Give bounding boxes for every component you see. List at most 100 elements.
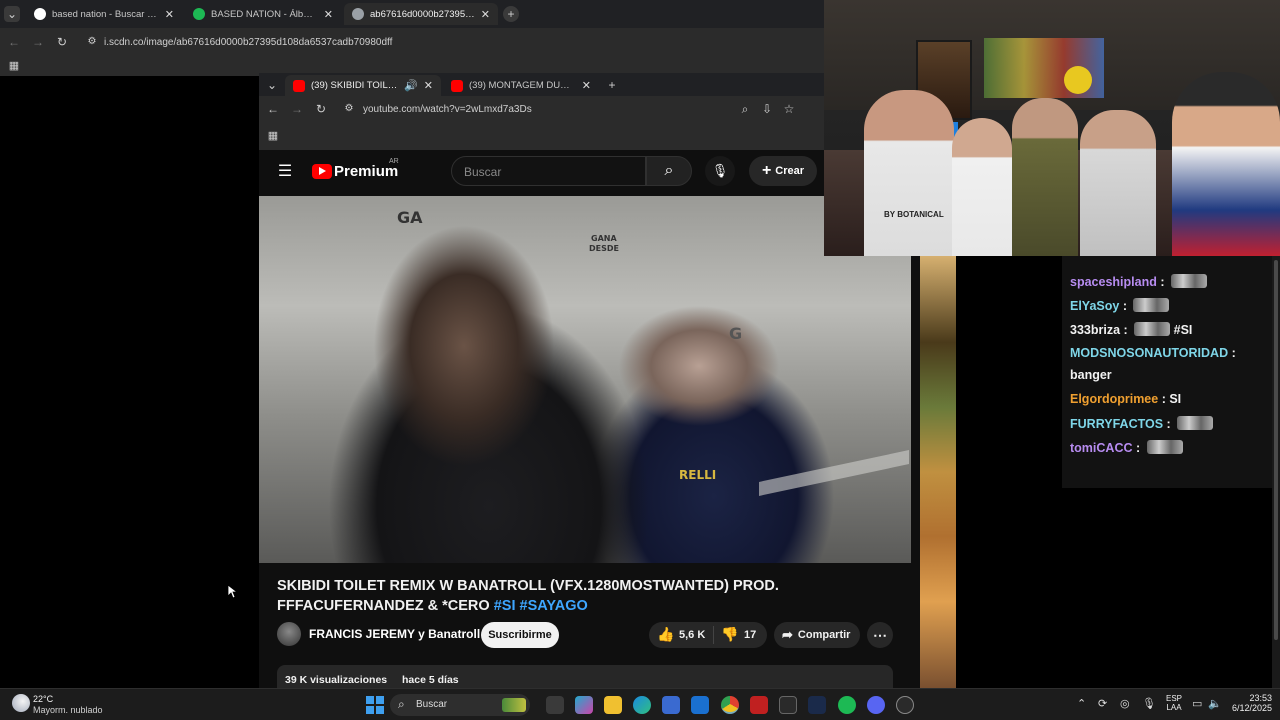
back-icon[interactable]: ← (6, 34, 22, 50)
tray-icon[interactable]: ◎ (1120, 697, 1130, 710)
store-icon[interactable] (662, 696, 680, 714)
steam-icon[interactable] (808, 696, 826, 714)
volume-icon[interactable]: 🔈 (1208, 697, 1222, 710)
upload-age: hace 5 días (402, 674, 459, 686)
video-title: SKIBIDI TOILET REMIX W BANATROLL (VFX.12… (277, 576, 897, 616)
task-view-icon[interactable] (546, 696, 564, 714)
weather-icon[interactable] (12, 694, 30, 712)
back-icon[interactable]: ← (265, 101, 281, 117)
weather-desc[interactable]: Mayorm. nublado (33, 705, 103, 715)
discord-icon[interactable] (867, 696, 885, 714)
weather-temp[interactable]: 22°C (33, 694, 53, 704)
reload-icon[interactable]: ↻ (54, 34, 70, 50)
app-icon[interactable] (896, 696, 914, 714)
reload-icon[interactable]: ↻ (313, 101, 329, 117)
speaker-icon[interactable]: 🔊 (404, 79, 418, 92)
microphone-icon: 🎙 (711, 163, 729, 178)
inner-tab-skibidi[interactable]: (39) SKIBIDI TOILET REMIX 🔊 ✕ (285, 75, 441, 96)
chat-message-continued: banger (1070, 368, 1112, 382)
description-box[interactable]: 39 K visualizaciones hace 5 días (277, 665, 893, 688)
new-tab-button[interactable]: + (503, 6, 519, 22)
search-placeholder: Buscar (464, 165, 502, 179)
network-icon[interactable]: ▭ (1192, 697, 1202, 710)
site-info-icon[interactable]: ⚙ (341, 101, 357, 117)
search-icon: ⌕ (398, 697, 405, 711)
youtube-icon (451, 79, 463, 92)
share-button[interactable]: ➦ Compartir (774, 622, 860, 648)
outer-tab-spotify[interactable]: BASED NATION - Álbum de roc ✕ (185, 3, 341, 25)
chat-username: 333briza (1070, 323, 1121, 337)
clock[interactable]: 23:53 6/12/2025 (1226, 693, 1272, 713)
search-icon: ⌕ (664, 162, 674, 179)
close-icon[interactable]: ✕ (165, 8, 174, 21)
outer-toolbar: ← → ↻ ⚙ i.scdn.co/image/ab67616d0000b273… (0, 28, 824, 56)
bookmark-star-icon[interactable]: ☆ (781, 101, 797, 117)
app-icon[interactable] (750, 696, 768, 714)
new-tab-button[interactable]: + (604, 77, 620, 93)
app-icon[interactable] (779, 696, 797, 714)
inner-tab-montagem[interactable]: (39) MONTAGEM DUBAI - YouT ✕ (443, 75, 599, 96)
voice-search-button[interactable]: 🎙 (705, 156, 735, 186)
menu-icon[interactable]: ☰ (277, 164, 293, 180)
dislike-count[interactable]: 17 (744, 629, 756, 641)
scrollbar-thumb[interactable] (1274, 260, 1278, 640)
tab-search-icon[interactable]: ⌄ (264, 77, 280, 93)
close-icon[interactable]: ✕ (481, 8, 490, 21)
apps-grid-icon[interactable]: ▦ (265, 128, 281, 144)
outer-tab-title: BASED NATION - Álbum de roc (211, 8, 318, 20)
site-info-icon[interactable]: ⚙ (84, 34, 100, 50)
view-count: 39 K visualizaciones (285, 674, 388, 686)
scrollbar[interactable] (1272, 256, 1280, 688)
channel-row: FRANCIS JEREMY y Banatroll Suscribirme 👍… (277, 621, 917, 649)
outer-tab-google[interactable]: based nation - Buscar con Goog ✕ (26, 3, 182, 25)
address-bar[interactable]: i.scdn.co/image/ab67616d0000b27395d108da… (104, 37, 392, 48)
shirt-text: BY BOTANICAL (884, 210, 944, 219)
search-input[interactable]: Buscar (451, 156, 646, 186)
chrome-icon[interactable] (721, 696, 739, 714)
more-options-button[interactable]: ⋯ (867, 622, 893, 648)
microphone-icon[interactable]: 🎙 (1142, 697, 1156, 710)
mouse-cursor-icon (227, 584, 237, 599)
emote-icon (1170, 274, 1207, 288)
forward-icon[interactable]: → (289, 101, 305, 117)
language-indicator[interactable]: ESP LAA (1163, 694, 1185, 712)
copilot-icon[interactable] (575, 696, 593, 714)
zoom-icon[interactable]: ⌕ (737, 101, 753, 117)
outer-tab-image[interactable]: ab67616d0000b27395d108da6 ✕ (344, 3, 498, 25)
install-icon[interactable]: ⇩ (759, 101, 775, 117)
file-explorer-icon[interactable] (604, 696, 622, 714)
like-count[interactable]: 5,6 K (679, 629, 705, 641)
bench (759, 450, 909, 496)
stream-chat: spaceshipland : ElYaSoy : 333briza : #SI… (1062, 256, 1280, 488)
apps-grid-icon[interactable]: ▦ (6, 58, 22, 74)
channel-avatar[interactable] (277, 622, 301, 646)
edge-icon[interactable] (633, 696, 651, 714)
subscribe-button[interactable]: Suscribirme (481, 622, 559, 648)
inner-tab-title: (39) SKIBIDI TOILET REMIX (311, 80, 399, 91)
address-bar[interactable]: youtube.com/watch?v=2wLmxd7a3Ds (363, 104, 532, 115)
video-wall-sign: G (729, 324, 743, 343)
hashtag-link[interactable]: #SI (494, 598, 516, 614)
hashtag-link[interactable]: #SAYAGO (520, 598, 588, 614)
outlook-icon[interactable] (691, 696, 709, 714)
youtube-logo-text[interactable]: Premium (334, 163, 398, 180)
close-icon[interactable]: ✕ (324, 8, 333, 21)
channel-name[interactable]: FRANCIS JEREMY y Banatroll (309, 627, 480, 641)
dislike-icon[interactable]: 👎 (721, 626, 738, 643)
spotify-icon[interactable] (838, 696, 856, 714)
search-button[interactable]: ⌕ (646, 156, 692, 186)
close-icon[interactable]: ✕ (582, 79, 591, 92)
create-button[interactable]: + Crear (749, 156, 817, 186)
youtube-logo-icon[interactable] (312, 164, 332, 179)
windows-start-icon[interactable] (366, 696, 384, 714)
forward-icon[interactable]: → (30, 34, 46, 50)
tray-icon[interactable]: ⟳ (1098, 697, 1107, 710)
like-icon[interactable]: 👍 (657, 626, 674, 643)
outer-tab-bar: ⌄ based nation - Buscar con Goog ✕ BASED… (0, 0, 824, 28)
chevron-up-icon[interactable]: ⌃ (1077, 697, 1086, 710)
taskbar-search[interactable]: ⌕ Buscar (390, 694, 530, 716)
tab-search-icon[interactable]: ⌄ (4, 6, 20, 22)
chat-message: Elgordoprimee : SI (1070, 392, 1182, 406)
close-icon[interactable]: ✕ (424, 79, 433, 92)
video-player[interactable]: GA GANA DESDE G RELLI (259, 196, 911, 563)
